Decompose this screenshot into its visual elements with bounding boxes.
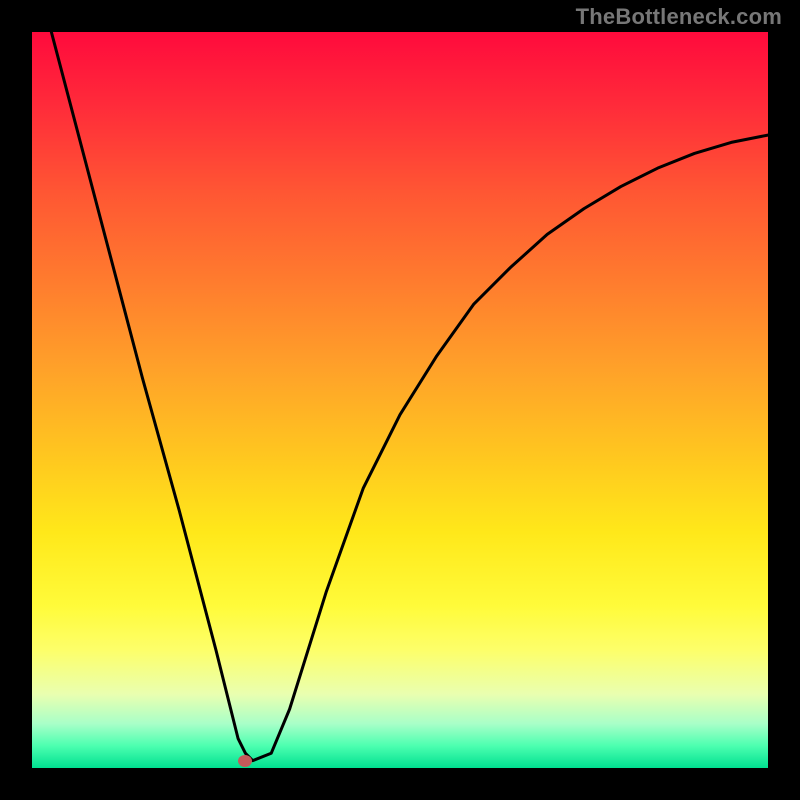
chart-frame: TheBottleneck.com [0, 0, 800, 800]
optimal-point-marker [238, 755, 252, 767]
bottleneck-curve [32, 32, 768, 768]
watermark-label: TheBottleneck.com [576, 4, 782, 30]
plot-area [32, 32, 768, 768]
